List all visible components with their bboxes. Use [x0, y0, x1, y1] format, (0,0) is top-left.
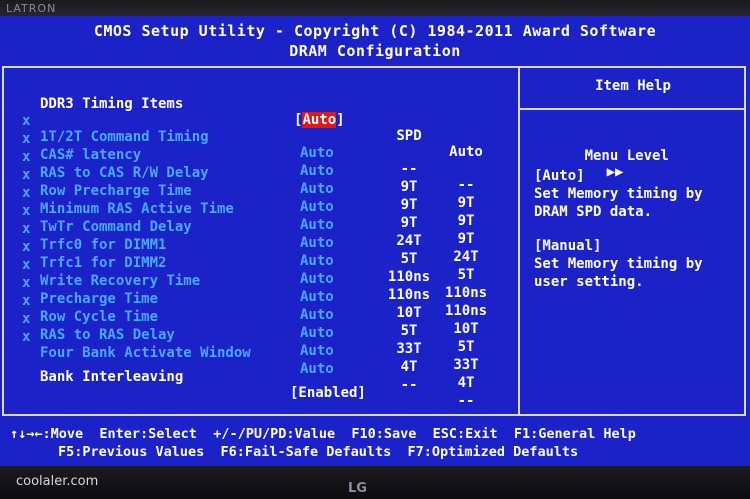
- timing-spd: 9T: [400, 179, 418, 195]
- menu-level-arrows-icon: ▶▶: [606, 164, 624, 180]
- timing-row[interactable]: x TwTr Command Delay Auto 5T 5T: [4, 187, 474, 283]
- timing-row[interactable]: x Four Bank Activate Window Auto -- --: [4, 313, 474, 409]
- timing-mode-selector[interactable]: [Auto]: [294, 112, 345, 128]
- help-auto-heading: [Auto]: [534, 168, 585, 184]
- timing-label: RAS to RAS Delay: [40, 327, 175, 343]
- menu-level-label: Menu Level: [584, 148, 669, 164]
- timing-label: Trfc1 for DIMM2: [40, 255, 167, 271]
- help-manual-line1: Set Memory timing by: [534, 256, 703, 272]
- settings-frame: Item Help DDR3 Timing Items [Auto] SPD A…: [2, 66, 746, 416]
- timing-label: TwTr Command Delay: [40, 219, 192, 235]
- timing-auto: --: [457, 177, 475, 193]
- timing-label: Trfc0 for DIMM1: [40, 237, 167, 253]
- timing-label: CAS# latency: [40, 147, 142, 163]
- bank-interleaving-row[interactable]: Bank Interleaving [Enabled]: [4, 353, 366, 401]
- timing-value[interactable]: Auto: [300, 181, 334, 197]
- key-legend-line1: ↑↓→←:Move Enter:Select +/-/PU/PD:Value F…: [10, 426, 636, 442]
- timing-spd: 110ns: [387, 269, 431, 285]
- timing-spd: --: [400, 161, 418, 177]
- bank-interleaving-label: Bank Interleaving: [40, 369, 184, 385]
- timing-label: Write Recovery Time: [40, 273, 201, 289]
- bios-screen: CMOS Setup Utility - Copyright (C) 1984-…: [0, 16, 750, 466]
- timing-auto: 9T: [457, 231, 475, 247]
- timing-auto: 9T: [457, 213, 475, 229]
- bank-interleaving-value[interactable]: [Enabled]: [290, 385, 366, 401]
- timing-value[interactable]: Auto: [300, 325, 334, 341]
- timing-label: Minimum RAS Active Time: [40, 201, 234, 217]
- timing-auto: 5T: [457, 339, 475, 355]
- timing-row[interactable]: x RAS to CAS R/W Delay Auto 9T 9T: [4, 133, 474, 229]
- timing-value[interactable]: Auto: [300, 253, 334, 269]
- timing-spd: 5T: [400, 323, 418, 339]
- timing-value[interactable]: Auto: [300, 217, 334, 233]
- page-title: DRAM Configuration: [289, 42, 461, 60]
- monitor-bezel-bottom: [0, 466, 750, 499]
- monitor-logo: LG: [348, 481, 367, 496]
- monitor-brand: LATRON: [6, 2, 57, 15]
- timing-value[interactable]: Auto: [300, 199, 334, 215]
- timing-auto: 4T: [457, 375, 475, 391]
- timing-spd: 24T: [396, 233, 422, 249]
- timing-value[interactable]: Auto: [300, 235, 334, 251]
- key-legend-footer: ↑↓→←:Move Enter:Select +/-/PU/PD:Value F…: [0, 418, 750, 466]
- help-auto-line2: DRAM SPD data.: [534, 204, 653, 220]
- item-help-title: Item Help: [595, 78, 671, 94]
- timing-value[interactable]: Auto: [300, 271, 334, 287]
- timing-label: RAS to CAS R/W Delay: [40, 165, 209, 181]
- timing-value[interactable]: Auto: [300, 145, 334, 161]
- timing-label: Row Precharge Time: [40, 183, 192, 199]
- timing-row[interactable]: x Row Precharge Time Auto 9T 9T: [4, 151, 474, 247]
- timing-auto: 5T: [457, 267, 475, 283]
- timing-spd: 4T: [400, 359, 418, 375]
- timing-spd: 9T: [400, 215, 418, 231]
- timing-auto: --: [457, 393, 475, 409]
- timing-auto: 110ns: [444, 303, 488, 319]
- help-manual-line2: user setting.: [534, 274, 644, 290]
- timing-header-row[interactable]: DDR3 Timing Items [Auto] SPD Auto: [4, 80, 483, 160]
- timing-header-label: DDR3 Timing Items: [40, 96, 184, 112]
- timing-spd: 33T: [396, 341, 422, 357]
- timing-auto: 10T: [453, 321, 479, 337]
- bios-title: CMOS Setup Utility - Copyright (C) 1984-…: [93, 22, 657, 40]
- timing-mode-value[interactable]: Auto: [302, 112, 337, 128]
- timing-spd: --: [400, 377, 418, 393]
- panel-divider: [518, 68, 520, 414]
- timing-label: Precharge Time: [40, 291, 159, 307]
- timing-spd: 9T: [400, 197, 418, 213]
- timing-auto: 33T: [453, 357, 479, 373]
- timing-row[interactable]: x Row Cycle Time Auto 33T 33T: [4, 277, 479, 373]
- timing-value[interactable]: Auto: [300, 289, 334, 305]
- timing-auto: 24T: [453, 249, 479, 265]
- timing-spd: 110ns: [387, 287, 431, 303]
- timing-row[interactable]: x CAS# latency Auto 9T 9T: [4, 115, 474, 211]
- timing-label: Four Bank Activate Window: [40, 345, 251, 361]
- help-auto-line1: Set Memory timing by: [534, 186, 703, 202]
- timing-row[interactable]: x Write Recovery Time Auto 10T 10T: [4, 241, 479, 337]
- timing-spd: 5T: [400, 251, 418, 267]
- timing-row[interactable]: x Minimum RAS Active Time Auto 24T 24T: [4, 169, 479, 265]
- timing-value[interactable]: Auto: [300, 163, 334, 179]
- timing-row[interactable]: x Trfc1 for DIMM2 Auto 110ns 110ns: [4, 223, 487, 319]
- timing-value[interactable]: Auto: [300, 307, 334, 323]
- timing-row[interactable]: x Trfc0 for DIMM1 Auto 110ns 110ns: [4, 205, 487, 301]
- timing-row[interactable]: x RAS to RAS Delay Auto 4T 4T: [4, 295, 474, 391]
- help-manual-heading: [Manual]: [534, 238, 602, 254]
- timing-label: 1T/2T Command Timing: [40, 129, 209, 145]
- timing-auto: 110ns: [444, 285, 488, 301]
- timing-auto: 9T: [457, 195, 475, 211]
- key-legend-line2: F5:Previous Values F6:Fail-Safe Defaults…: [58, 444, 579, 460]
- timing-row[interactable]: x Precharge Time Auto 5T 5T: [4, 259, 474, 355]
- item-locked-marker: x: [22, 329, 31, 345]
- help-header-divider: [520, 108, 746, 110]
- timing-label: Row Cycle Time: [40, 309, 159, 325]
- watermark-text: coolaler.com: [16, 474, 99, 489]
- timing-value[interactable]: Auto: [300, 343, 334, 359]
- timing-value[interactable]: Auto: [300, 361, 334, 377]
- timing-row[interactable]: x 1T/2T Command Timing Auto -- --: [4, 97, 474, 193]
- timing-spd: 10T: [396, 305, 422, 321]
- col-auto-header: Auto: [449, 144, 483, 160]
- col-spd-header: SPD: [396, 128, 422, 144]
